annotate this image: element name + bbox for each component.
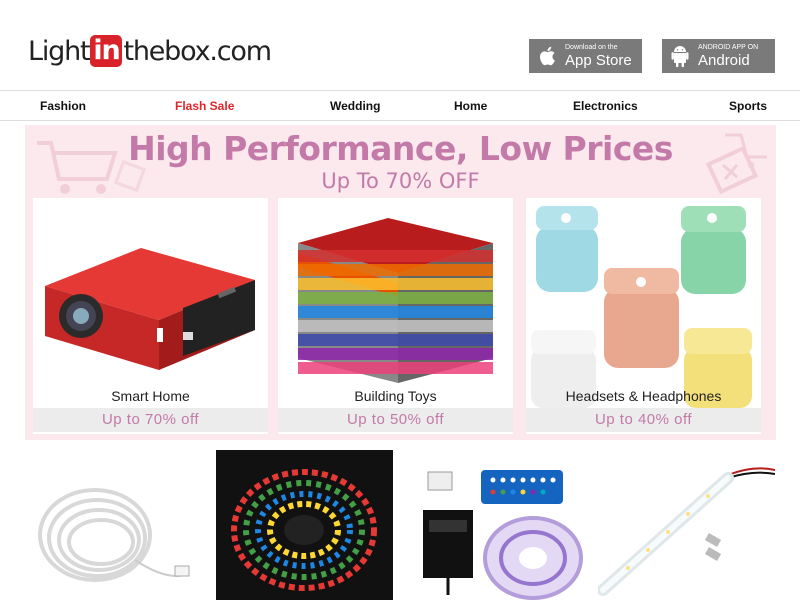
apple-icon — [537, 45, 557, 67]
category-card-building-toys[interactable]: Building Toys Up to 50% off — [278, 198, 513, 434]
nav-item-electronics[interactable]: Electronics — [573, 99, 638, 113]
category-offer: Up to 70% off — [33, 408, 268, 432]
category-card-smart-home[interactable]: Smart Home Up to 70% off — [33, 198, 268, 434]
product-image-rgb-strip[interactable] — [216, 450, 393, 600]
android-label: Android — [698, 52, 750, 69]
category-card-headsets[interactable]: Headsets & Headphones Up to 40% off — [526, 198, 761, 434]
nav-item-home[interactable]: Home — [454, 99, 487, 113]
product-image-led-kit[interactable] — [413, 450, 585, 600]
category-name: Headsets & Headphones — [565, 388, 722, 404]
category-name: Smart Home — [111, 388, 190, 404]
app-store-label: App Store — [565, 52, 632, 69]
banner-title: High Performance, Low Prices — [128, 129, 673, 168]
header: Light in thebox.com Download on the App … — [0, 0, 800, 90]
product-image-led-bar[interactable] — [598, 450, 775, 600]
promo-banner[interactable]: High Performance, Low Prices Up To 70% O… — [25, 125, 776, 440]
category-offer: Up to 40% off — [526, 408, 761, 432]
logo-text-light: Light — [28, 35, 91, 67]
nav-item-fashion[interactable]: Fashion — [40, 99, 86, 113]
android-icon — [670, 45, 690, 67]
category-offer: Up to 50% off — [278, 408, 513, 432]
projector-image — [33, 198, 268, 408]
app-store-small-text: Download on the — [565, 44, 618, 51]
product-image-led-rope[interactable] — [25, 450, 195, 600]
android-app-button[interactable]: ANDROID APP ON Android — [662, 39, 775, 73]
banner-subtitle: Up To 70% OFF — [321, 169, 480, 193]
nav-item-flash-sale[interactable]: Flash Sale — [175, 99, 234, 113]
app-store-button[interactable]: Download on the App Store — [529, 39, 642, 73]
logo-text-in: in — [90, 35, 123, 67]
site-logo[interactable]: Light in thebox.com — [28, 34, 272, 68]
magnetic-balls-image — [278, 198, 513, 408]
logo-text-thebox: thebox.com — [123, 35, 272, 67]
nav-item-wedding[interactable]: Wedding — [330, 99, 380, 113]
nav-item-sports[interactable]: Sports — [729, 99, 767, 113]
android-small-text: ANDROID APP ON — [698, 44, 759, 51]
main-nav: Fashion Flash Sale Wedding Home Electron… — [0, 90, 800, 121]
earbuds-image — [526, 198, 761, 408]
category-name: Building Toys — [354, 388, 437, 404]
